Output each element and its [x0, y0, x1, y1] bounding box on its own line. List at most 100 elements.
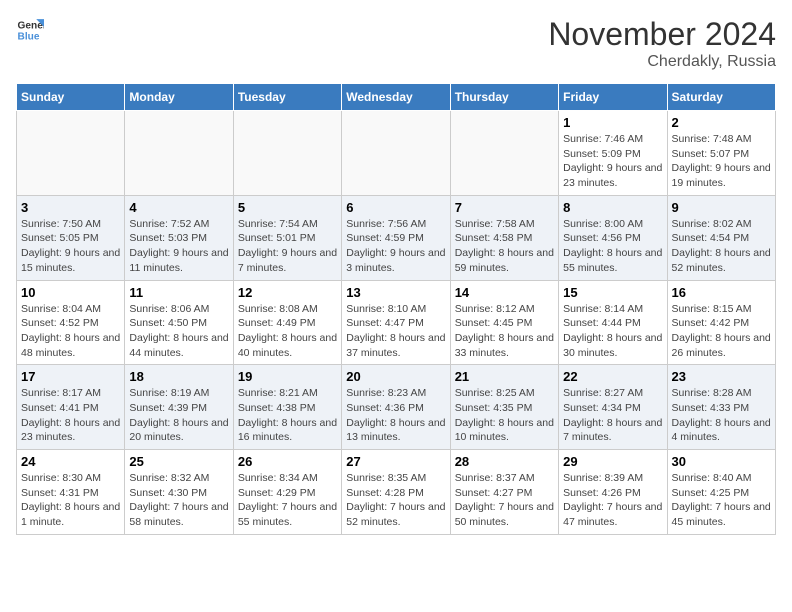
day-info: Sunrise: 7:46 AM Sunset: 5:09 PM Dayligh…: [563, 132, 662, 191]
day-info: Sunrise: 8:21 AM Sunset: 4:38 PM Dayligh…: [238, 386, 337, 445]
calendar-cell: 14 Sunrise: 8:12 AM Sunset: 4:45 PM Dayli…: [450, 280, 558, 365]
weekday-header: Tuesday: [233, 84, 341, 111]
calendar-week-row: 24 Sunrise: 8:30 AM Sunset: 4:31 PM Dayli…: [17, 450, 776, 535]
day-info: Sunrise: 8:27 AM Sunset: 4:34 PM Dayligh…: [563, 386, 662, 445]
day-number: 26: [238, 454, 337, 469]
calendar-cell: 10 Sunrise: 8:04 AM Sunset: 4:52 PM Dayli…: [17, 280, 125, 365]
weekday-header: Friday: [559, 84, 667, 111]
day-number: 9: [672, 200, 771, 215]
day-info: Sunrise: 8:34 AM Sunset: 4:29 PM Dayligh…: [238, 471, 337, 530]
day-number: 18: [129, 369, 228, 384]
calendar-cell: 3 Sunrise: 7:50 AM Sunset: 5:05 PM Daylig…: [17, 195, 125, 280]
calendar-cell: 25 Sunrise: 8:32 AM Sunset: 4:30 PM Dayli…: [125, 450, 233, 535]
weekday-header: Monday: [125, 84, 233, 111]
day-number: 10: [21, 285, 120, 300]
day-number: 3: [21, 200, 120, 215]
day-number: 12: [238, 285, 337, 300]
title-area: November 2024 Cherdakly, Russia: [548, 16, 776, 71]
calendar-cell: 23Sunrise: 8:28 AM Sunset: 4:33 PM Dayli…: [667, 365, 775, 450]
day-info: Sunrise: 8:15 AM Sunset: 4:42 PM Dayligh…: [672, 302, 771, 361]
day-number: 19: [238, 369, 337, 384]
day-info: Sunrise: 8:04 AM Sunset: 4:52 PM Dayligh…: [21, 302, 120, 361]
day-info: Sunrise: 8:37 AM Sunset: 4:27 PM Dayligh…: [455, 471, 554, 530]
day-info: Sunrise: 8:06 AM Sunset: 4:50 PM Dayligh…: [129, 302, 228, 361]
weekday-header-row: SundayMondayTuesdayWednesdayThursdayFrid…: [17, 84, 776, 111]
logo: General Blue: [16, 16, 44, 44]
day-info: Sunrise: 8:40 AM Sunset: 4:25 PM Dayligh…: [672, 471, 771, 530]
day-number: 30: [672, 454, 771, 469]
day-info: Sunrise: 7:54 AM Sunset: 5:01 PM Dayligh…: [238, 217, 337, 276]
day-number: 4: [129, 200, 228, 215]
calendar-cell: 4 Sunrise: 7:52 AM Sunset: 5:03 PM Daylig…: [125, 195, 233, 280]
day-number: 11: [129, 285, 228, 300]
calendar-cell: 17 Sunrise: 8:17 AM Sunset: 4:41 PM Dayli…: [17, 365, 125, 450]
month-title: November 2024: [548, 16, 776, 53]
day-number: 21: [455, 369, 554, 384]
calendar-cell: 16 Sunrise: 8:15 AM Sunset: 4:42 PM Dayli…: [667, 280, 775, 365]
day-info: Sunrise: 7:50 AM Sunset: 5:05 PM Dayligh…: [21, 217, 120, 276]
day-info: Sunrise: 8:17 AM Sunset: 4:41 PM Dayligh…: [21, 386, 120, 445]
calendar-cell: 24 Sunrise: 8:30 AM Sunset: 4:31 PM Dayli…: [17, 450, 125, 535]
day-info: Sunrise: 8:30 AM Sunset: 4:31 PM Dayligh…: [21, 471, 120, 530]
svg-text:Blue: Blue: [18, 31, 40, 42]
calendar-cell: 22 Sunrise: 8:27 AM Sunset: 4:34 PM Dayli…: [559, 365, 667, 450]
location: Cherdakly, Russia: [548, 53, 776, 71]
day-number: 17: [21, 369, 120, 384]
calendar-week-row: 10 Sunrise: 8:04 AM Sunset: 4:52 PM Dayli…: [17, 280, 776, 365]
calendar-cell: 27Sunrise: 8:35 AM Sunset: 4:28 PM Dayli…: [342, 450, 450, 535]
weekday-header: Sunday: [17, 84, 125, 111]
calendar-week-row: 17 Sunrise: 8:17 AM Sunset: 4:41 PM Dayli…: [17, 365, 776, 450]
calendar-cell: [342, 111, 450, 196]
calendar-cell: [125, 111, 233, 196]
day-number: 24: [21, 454, 120, 469]
calendar-cell: [233, 111, 341, 196]
calendar-cell: 2 Sunrise: 7:48 AM Sunset: 5:07 PM Daylig…: [667, 111, 775, 196]
calendar-cell: [450, 111, 558, 196]
weekday-header: Wednesday: [342, 84, 450, 111]
day-info: Sunrise: 8:08 AM Sunset: 4:49 PM Dayligh…: [238, 302, 337, 361]
day-info: Sunrise: 7:48 AM Sunset: 5:07 PM Dayligh…: [672, 132, 771, 191]
day-info: Sunrise: 7:52 AM Sunset: 5:03 PM Dayligh…: [129, 217, 228, 276]
calendar-cell: 11 Sunrise: 8:06 AM Sunset: 4:50 PM Dayli…: [125, 280, 233, 365]
day-number: 1: [563, 115, 662, 130]
day-number: 25: [129, 454, 228, 469]
calendar-cell: 28 Sunrise: 8:37 AM Sunset: 4:27 PM Dayli…: [450, 450, 558, 535]
day-info: Sunrise: 8:32 AM Sunset: 4:30 PM Dayligh…: [129, 471, 228, 530]
page-header: General Blue November 2024 Cherdakly, Ru…: [16, 16, 776, 71]
calendar-cell: 9 Sunrise: 8:02 AM Sunset: 4:54 PM Daylig…: [667, 195, 775, 280]
day-number: 22: [563, 369, 662, 384]
day-info: Sunrise: 8:02 AM Sunset: 4:54 PM Dayligh…: [672, 217, 771, 276]
day-info: Sunrise: 8:28 AM Sunset: 4:33 PM Dayligh…: [672, 386, 771, 445]
day-number: 15: [563, 285, 662, 300]
calendar-cell: 29Sunrise: 8:39 AM Sunset: 4:26 PM Dayli…: [559, 450, 667, 535]
day-info: Sunrise: 7:56 AM Sunset: 4:59 PM Dayligh…: [346, 217, 445, 276]
calendar-cell: 7Sunrise: 7:58 AM Sunset: 4:58 PM Daylig…: [450, 195, 558, 280]
calendar-cell: 18 Sunrise: 8:19 AM Sunset: 4:39 PM Dayli…: [125, 365, 233, 450]
calendar-week-row: 3 Sunrise: 7:50 AM Sunset: 5:05 PM Daylig…: [17, 195, 776, 280]
day-info: Sunrise: 8:12 AM Sunset: 4:45 PM Dayligh…: [455, 302, 554, 361]
calendar-cell: 8Sunrise: 8:00 AM Sunset: 4:56 PM Daylig…: [559, 195, 667, 280]
calendar-cell: 15 Sunrise: 8:14 AM Sunset: 4:44 PM Dayli…: [559, 280, 667, 365]
day-info: Sunrise: 8:25 AM Sunset: 4:35 PM Dayligh…: [455, 386, 554, 445]
calendar-table: SundayMondayTuesdayWednesdayThursdayFrid…: [16, 83, 776, 535]
day-info: Sunrise: 8:39 AM Sunset: 4:26 PM Dayligh…: [563, 471, 662, 530]
day-number: 16: [672, 285, 771, 300]
weekday-header: Thursday: [450, 84, 558, 111]
logo-icon: General Blue: [16, 16, 44, 44]
calendar-week-row: 1 Sunrise: 7:46 AM Sunset: 5:09 PM Daylig…: [17, 111, 776, 196]
day-info: Sunrise: 8:10 AM Sunset: 4:47 PM Dayligh…: [346, 302, 445, 361]
day-number: 6: [346, 200, 445, 215]
day-number: 28: [455, 454, 554, 469]
calendar-cell: 19 Sunrise: 8:21 AM Sunset: 4:38 PM Dayli…: [233, 365, 341, 450]
day-number: 7: [455, 200, 554, 215]
weekday-header: Saturday: [667, 84, 775, 111]
day-info: Sunrise: 8:19 AM Sunset: 4:39 PM Dayligh…: [129, 386, 228, 445]
day-number: 27: [346, 454, 445, 469]
day-info: Sunrise: 8:14 AM Sunset: 4:44 PM Dayligh…: [563, 302, 662, 361]
day-info: Sunrise: 8:23 AM Sunset: 4:36 PM Dayligh…: [346, 386, 445, 445]
day-number: 2: [672, 115, 771, 130]
calendar-cell: 26 Sunrise: 8:34 AM Sunset: 4:29 PM Dayli…: [233, 450, 341, 535]
day-number: 14: [455, 285, 554, 300]
calendar-cell: 1 Sunrise: 7:46 AM Sunset: 5:09 PM Daylig…: [559, 111, 667, 196]
day-number: 5: [238, 200, 337, 215]
